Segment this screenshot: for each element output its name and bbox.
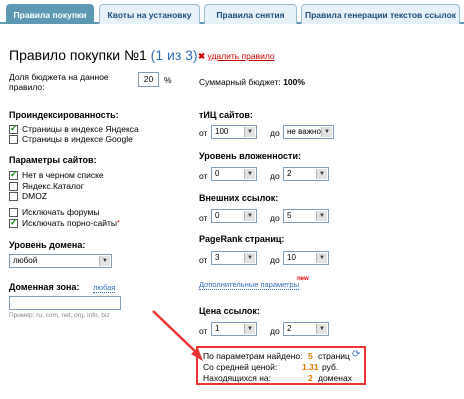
- chevron-down-icon: ▼: [316, 253, 327, 263]
- pagerank-from-label: от: [199, 255, 208, 265]
- chevron-down-icon: ▼: [316, 324, 327, 334]
- checkbox-yandex-catalog[interactable]: Яндекс.Каталог: [9, 181, 84, 191]
- site-params-title: Параметры сайтов:: [9, 155, 97, 165]
- external-links-title: Внешних ссылок:: [199, 193, 279, 203]
- tab-purchase-rules[interactable]: Правила покупки: [6, 4, 94, 24]
- tic-from-select[interactable]: 100 ▼: [211, 125, 257, 139]
- budget-share-input[interactable]: 20: [138, 72, 159, 87]
- results-avg-value: 1.31: [302, 362, 319, 372]
- price-to-label: до: [270, 326, 280, 336]
- indexing-title: Проиндексированность:: [9, 110, 119, 120]
- external-to-label: до: [270, 213, 280, 223]
- results-avg-unit: руб.: [322, 362, 339, 372]
- budget-share-label: Доля бюджета на данное правило:: [9, 72, 109, 92]
- delete-x-icon: ✖: [198, 51, 206, 61]
- chevron-down-icon: ▼: [316, 169, 327, 179]
- checkbox-exclude-porn[interactable]: Исключать порно-сайты*: [9, 217, 120, 228]
- price-from-select[interactable]: 1 ▼: [211, 322, 257, 336]
- checkbox-icon[interactable]: [9, 191, 18, 201]
- chevron-down-icon: ▼: [244, 127, 255, 137]
- depth-from-label: от: [199, 171, 208, 181]
- domain-zone-input[interactable]: [9, 296, 121, 310]
- depth-to-label: до: [270, 171, 280, 181]
- domain-zone-hint: Пример: ru, com, net, org, info, biz: [9, 312, 110, 319]
- chevron-down-icon: ▼: [321, 127, 332, 137]
- checkbox-icon[interactable]: [9, 134, 18, 144]
- delete-rule-button[interactable]: ✖ удалить правило: [198, 51, 275, 62]
- tab-bar: Правила покупки Квоты на установку Прави…: [0, 0, 464, 24]
- checkbox-icon[interactable]: [9, 181, 18, 191]
- results-domains-unit: доменах: [318, 373, 352, 383]
- checkbox-yandex-index[interactable]: Страницы в индексе Яндекса: [9, 123, 139, 134]
- domain-zone-title: Доменная зона:: [9, 282, 80, 292]
- results-summary-box: По параметрам найдено: 5 страниц ⟳ Со ср…: [196, 346, 366, 385]
- chevron-down-icon: ▼: [244, 324, 255, 334]
- checkbox-exclude-forums[interactable]: Исключать форумы: [9, 207, 99, 217]
- tic-to-label: до: [270, 128, 280, 138]
- checkbox-no-blacklist[interactable]: Нет в черном списке: [9, 169, 104, 180]
- results-avg-row: Со средней ценой:: [203, 362, 278, 372]
- depth-to-select[interactable]: 2 ▼: [283, 167, 329, 181]
- checkbox-icon[interactable]: [9, 207, 18, 217]
- tab-text-generation-rules[interactable]: Правила генерации текстов ссылок: [301, 4, 460, 24]
- external-from-select[interactable]: 0 ▼: [211, 209, 257, 223]
- results-found-row: По параметрам найдено:: [203, 351, 303, 361]
- checkbox-dmoz[interactable]: DMOZ: [9, 191, 47, 201]
- depth-title: Уровень вложенности:: [199, 151, 301, 161]
- checkbox-google-index[interactable]: Страницы в индексе Google: [9, 134, 133, 144]
- results-found-value: 5: [308, 351, 313, 361]
- chevron-down-icon: ▼: [244, 253, 255, 263]
- checkbox-icon[interactable]: [9, 123, 18, 134]
- refresh-icon[interactable]: ⟳: [352, 349, 360, 360]
- domain-level-select[interactable]: любой ▼: [9, 254, 112, 268]
- checkbox-icon[interactable]: [9, 169, 18, 180]
- domain-zone-any-link[interactable]: любая: [93, 283, 116, 293]
- pagerank-title: PageRank страниц:: [199, 234, 285, 244]
- external-to-select[interactable]: 5 ▼: [283, 209, 329, 223]
- required-marker: *: [117, 219, 120, 227]
- total-budget: Суммарный бюджет: 100%: [199, 77, 305, 87]
- chevron-down-icon: ▼: [99, 256, 110, 266]
- chevron-down-icon: ▼: [244, 169, 255, 179]
- depth-from-select[interactable]: 0 ▼: [211, 167, 257, 181]
- tab-removal-rules[interactable]: Правила снятия: [204, 4, 297, 24]
- chevron-down-icon: ▼: [244, 211, 255, 221]
- results-domains-value: 2: [308, 373, 313, 383]
- domain-level-title: Уровень домена:: [9, 240, 86, 250]
- page-title: Правило покупки №1 (1 из 3): [9, 47, 198, 63]
- external-from-label: от: [199, 213, 208, 223]
- chevron-down-icon: ▼: [316, 211, 327, 221]
- budget-unit: %: [164, 75, 172, 85]
- results-domains-row: Находящихся на:: [203, 373, 272, 383]
- tab-install-quotas[interactable]: Квоты на установку: [99, 4, 200, 24]
- price-to-select[interactable]: 2 ▼: [283, 322, 329, 336]
- rule-counter: (1 из 3): [150, 47, 198, 63]
- pagerank-to-select[interactable]: 10 ▼: [283, 251, 329, 265]
- checkbox-icon[interactable]: [9, 217, 18, 228]
- extra-params-link[interactable]: Дополнительные параметры: [199, 280, 300, 290]
- tic-to-select[interactable]: не важно ▼: [283, 125, 334, 139]
- tic-from-label: от: [199, 128, 208, 138]
- pagerank-from-select[interactable]: 3 ▼: [211, 251, 257, 265]
- tic-title: тИЦ сайтов:: [199, 110, 253, 120]
- new-badge: new: [297, 276, 309, 282]
- pagerank-to-label: до: [270, 255, 280, 265]
- results-found-unit: страниц: [318, 351, 350, 361]
